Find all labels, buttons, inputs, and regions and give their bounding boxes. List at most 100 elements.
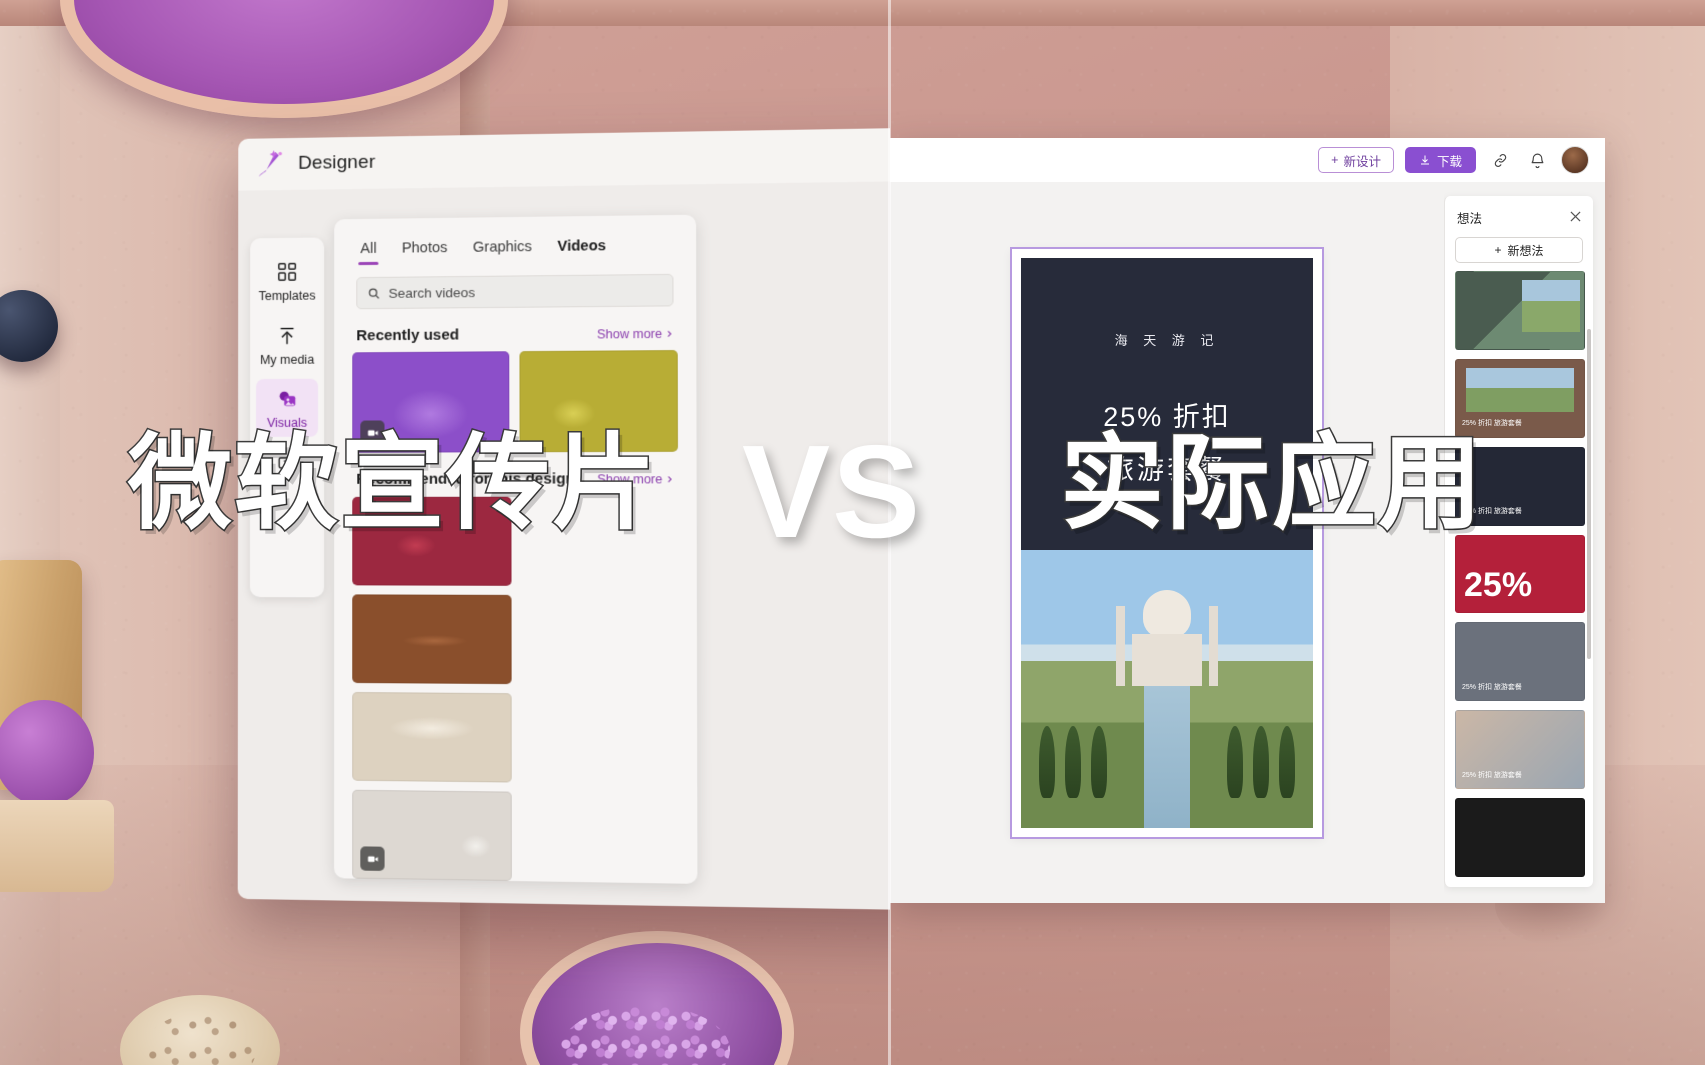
idea-thumb[interactable]: 25% [1455, 535, 1585, 614]
rail-label-visuals: Visuals [267, 417, 307, 430]
search-videos-input[interactable]: Search videos [356, 274, 673, 309]
video-thumb[interactable] [352, 497, 511, 586]
canvas-dark-block: 海 天 游 记 25% 折扣 旅游套餐 [1021, 258, 1313, 550]
ideas-scrollbar[interactable] [1587, 329, 1591, 659]
rail-item-my-media[interactable]: My media [256, 315, 318, 373]
idea-thumb[interactable]: 25% 折扣 旅游套餐 [1455, 710, 1585, 789]
avatar[interactable] [1561, 146, 1589, 174]
promo-tabs: All Photos Graphics Videos [334, 215, 696, 268]
ideas-header: 想法 [1445, 196, 1593, 233]
tree [1227, 726, 1243, 798]
designer-app-window: + 新设计 下载 海 天 游 记 25% 折扣 旅游套餐 想法 + 新想法 25… [890, 138, 1605, 903]
tree [1253, 726, 1269, 798]
rail-item-text[interactable] [256, 442, 318, 487]
download-icon [1419, 154, 1431, 166]
video-thumb[interactable] [352, 790, 511, 881]
link-icon [1492, 152, 1509, 169]
promo-half: SW Designer 100% [0, 0, 890, 1065]
close-x-icon [1570, 211, 1581, 222]
rail-item-templates[interactable]: Templates [256, 252, 318, 310]
new-idea-label: 新想法 [1508, 242, 1544, 259]
tree [1091, 726, 1107, 798]
recommended-grid [352, 497, 679, 884]
chevron-right-icon [665, 330, 673, 338]
idea-label: 25% 折扣 旅游套餐 [1462, 507, 1522, 516]
video-thumb[interactable] [352, 692, 511, 782]
rail-label-my-media: My media [260, 353, 314, 366]
idea-label: 25% 折扣 旅游套餐 [1462, 419, 1522, 428]
canvas-package-text: 旅游套餐 [1107, 448, 1227, 487]
search-placeholder: Search videos [389, 284, 476, 300]
rail-item-visuals[interactable]: Visuals [256, 379, 318, 437]
idea-big-label: 25% [1464, 566, 1532, 605]
idea-thumb[interactable]: 25% 折扣 旅游套餐 [1455, 359, 1585, 438]
idea-label: 25% 折扣 旅游套餐 [1462, 771, 1522, 780]
screenshot-stage: SW Designer 100% [0, 0, 1705, 1065]
show-more-link[interactable]: Show more [597, 472, 674, 486]
new-design-label: 新设计 [1343, 151, 1381, 170]
plus-icon: + [1494, 243, 1501, 257]
idea-thumb[interactable]: 25% 折扣 旅游套餐 [1455, 447, 1585, 526]
new-idea-button[interactable]: + 新想法 [1455, 237, 1583, 263]
download-button[interactable]: 下载 [1405, 147, 1476, 173]
tree [1279, 726, 1295, 798]
ideas-panel: 想法 + 新想法 25% 折扣 旅游套餐 25% 折扣 旅游套餐 25% 25%… [1444, 196, 1593, 887]
show-more-link[interactable]: Show more [597, 327, 674, 342]
ideas-list[interactable]: 25% 折扣 旅游套餐 25% 折扣 旅游套餐 25% 25% 折扣 旅游套餐 [1445, 271, 1593, 887]
close-icon[interactable] [1570, 211, 1581, 225]
visuals-icon [276, 388, 298, 410]
tab-all[interactable]: All [360, 241, 376, 267]
idea-thumb[interactable]: 25% 折扣 旅游套餐 [1455, 622, 1585, 701]
video-thumb[interactable] [519, 350, 678, 452]
designer-logo-icon [256, 149, 284, 179]
designer-promo-window: Designer 100% Templates [238, 127, 890, 911]
idea-label: 25% 折扣 旅游套餐 [1462, 683, 1522, 692]
design-canvas[interactable]: 海 天 游 记 25% 折扣 旅游套餐 [1012, 249, 1322, 837]
video-badge-icon [360, 846, 384, 871]
section-title: Recommended for this design [356, 470, 575, 488]
video-badge-icon [360, 420, 384, 444]
promo-app-title: Designer [298, 152, 375, 175]
bell-icon[interactable] [1524, 147, 1550, 173]
section-recently-used-header: Recently used Show more [356, 325, 673, 345]
plus-icon: + [1331, 153, 1338, 167]
tab-graphics[interactable]: Graphics [473, 239, 532, 266]
promo-body: Templates My media Visuals All Photos Gr… [238, 180, 890, 911]
section-title: Recently used [356, 326, 459, 344]
promo-visuals-panel: All Photos Graphics Videos Search videos… [334, 215, 697, 884]
link-share-icon[interactable] [1487, 147, 1513, 173]
download-label: 下载 [1437, 151, 1462, 170]
text-box-icon [276, 451, 298, 473]
notification-bell-icon [1529, 152, 1546, 169]
idea-thumb[interactable] [1455, 798, 1585, 877]
taj-mahal-shape [1124, 590, 1210, 686]
rail-label-templates: Templates [259, 290, 316, 303]
taj-dome [1143, 590, 1191, 638]
recently-used-row [352, 350, 678, 453]
video-camera-icon [366, 426, 379, 439]
promo-left-rail: Templates My media Visuals [250, 237, 324, 597]
video-thumb[interactable] [352, 351, 509, 452]
idea-thumb[interactable] [1455, 271, 1585, 350]
search-icon [367, 286, 380, 299]
tree [1039, 726, 1055, 798]
canvas-brand-text: 海 天 游 记 [1115, 330, 1220, 349]
new-design-button[interactable]: + 新设计 [1318, 147, 1394, 173]
upload-arrow-icon [276, 324, 298, 346]
tab-photos[interactable]: Photos [402, 240, 448, 267]
split-seam [888, 0, 891, 1065]
taj-base [1132, 634, 1202, 686]
app-main: 海 天 游 记 25% 折扣 旅游套餐 想法 + 新想法 25% 折扣 旅游套餐… [890, 182, 1605, 903]
reflecting-pool [1144, 678, 1190, 828]
design-canvas-area[interactable]: 海 天 游 记 25% 折扣 旅游套餐 [890, 182, 1444, 903]
video-thumb[interactable] [352, 594, 511, 684]
canvas-discount-text: 25% 折扣 [1103, 395, 1231, 434]
video-camera-icon [366, 852, 379, 865]
tab-videos[interactable]: Videos [557, 238, 606, 265]
canvas-photo-taj-mahal [1021, 550, 1313, 828]
templates-icon [276, 261, 298, 283]
section-recommended-header: Recommended for this design Show more [356, 470, 674, 488]
show-more-label: Show more [597, 472, 662, 486]
tree [1065, 726, 1081, 798]
ideas-title: 想法 [1457, 208, 1482, 227]
